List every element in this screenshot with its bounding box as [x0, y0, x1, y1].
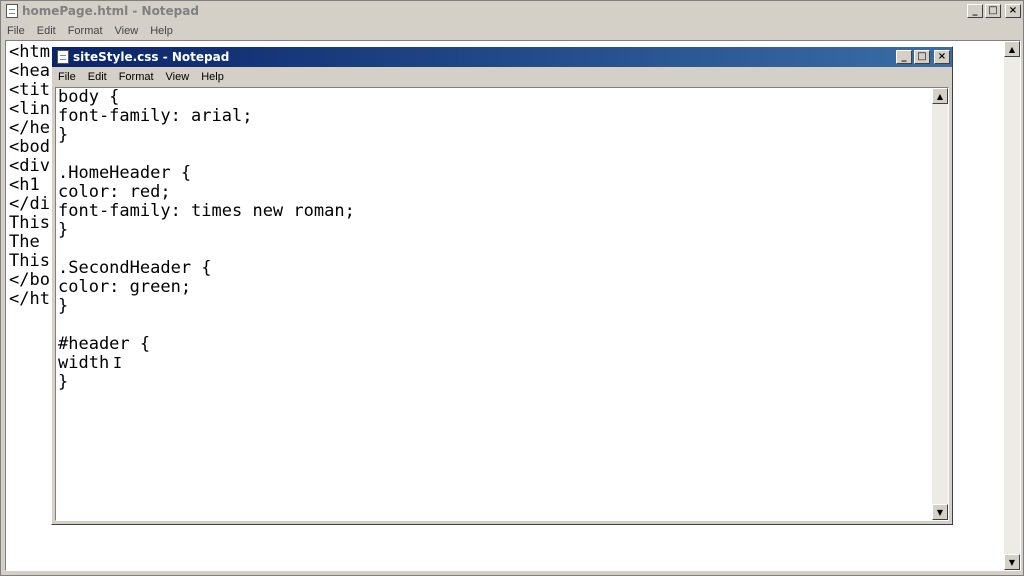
menu-file[interactable]: File: [52, 71, 82, 83]
close-button[interactable]: ×: [1005, 4, 1021, 18]
menu-view[interactable]: View: [109, 25, 145, 37]
front-vertical-scrollbar[interactable]: ▲ ▼: [932, 88, 948, 520]
menu-format[interactable]: Format: [62, 25, 109, 37]
text-cursor-icon: I: [113, 354, 123, 372]
front-notepad-window[interactable]: siteStyle.css - Notepad _ □ × File Edit …: [51, 46, 953, 525]
menu-edit[interactable]: Edit: [82, 71, 113, 83]
back-menu-bar: File Edit Format View Help: [1, 21, 1023, 40]
back-vertical-scrollbar[interactable]: ▲ ▼: [1004, 41, 1020, 570]
notepad-icon: [6, 4, 18, 18]
back-code-line: <htm: [9, 42, 50, 62]
back-title-bar[interactable]: homePage.html - Notepad _ □ ×: [1, 1, 1023, 21]
menu-view[interactable]: View: [160, 71, 196, 83]
front-window-title: siteStyle.css - Notepad: [73, 50, 230, 64]
minimize-button[interactable]: _: [896, 50, 912, 64]
scroll-up-button[interactable]: ▲: [1004, 41, 1020, 57]
back-code-line: <h1: [9, 175, 40, 195]
scroll-down-button[interactable]: ▼: [1004, 554, 1020, 570]
menu-help[interactable]: Help: [195, 71, 230, 83]
back-code-line: </di: [9, 194, 50, 214]
back-code-line: </ht: [9, 289, 50, 309]
back-code-line: <lin: [9, 99, 50, 119]
back-code-line: <tit: [9, 80, 50, 100]
back-code-line: </he: [9, 118, 50, 138]
back-window-title: homePage.html - Notepad: [22, 4, 199, 18]
menu-format[interactable]: Format: [113, 71, 160, 83]
back-code-line: </bo: [9, 270, 50, 290]
minimize-button[interactable]: _: [967, 4, 983, 18]
menu-file[interactable]: File: [1, 25, 31, 37]
front-title-bar[interactable]: siteStyle.css - Notepad _ □ ×: [52, 47, 952, 67]
close-button[interactable]: ×: [934, 50, 950, 64]
scroll-up-button[interactable]: ▲: [932, 88, 948, 104]
back-code-line: This: [9, 251, 50, 271]
scroll-down-button[interactable]: ▼: [932, 504, 948, 520]
back-code-line: <div: [9, 156, 50, 176]
menu-help[interactable]: Help: [144, 25, 179, 37]
menu-edit[interactable]: Edit: [31, 25, 62, 37]
back-code-line: <hea: [9, 61, 50, 81]
back-code-line: <bod: [9, 137, 50, 157]
css-code-text: body { font-family: arial; } .HomeHeader…: [58, 87, 355, 392]
back-code-line: This: [9, 213, 50, 233]
css-text-area[interactable]: body { font-family: arial; } .HomeHeader…: [55, 87, 949, 521]
notepad-icon: [57, 50, 69, 64]
front-menu-bar: File Edit Format View Help: [52, 67, 952, 86]
maximize-button[interactable]: □: [985, 4, 1001, 18]
back-code-line: The: [9, 232, 40, 252]
maximize-button[interactable]: □: [914, 50, 930, 64]
